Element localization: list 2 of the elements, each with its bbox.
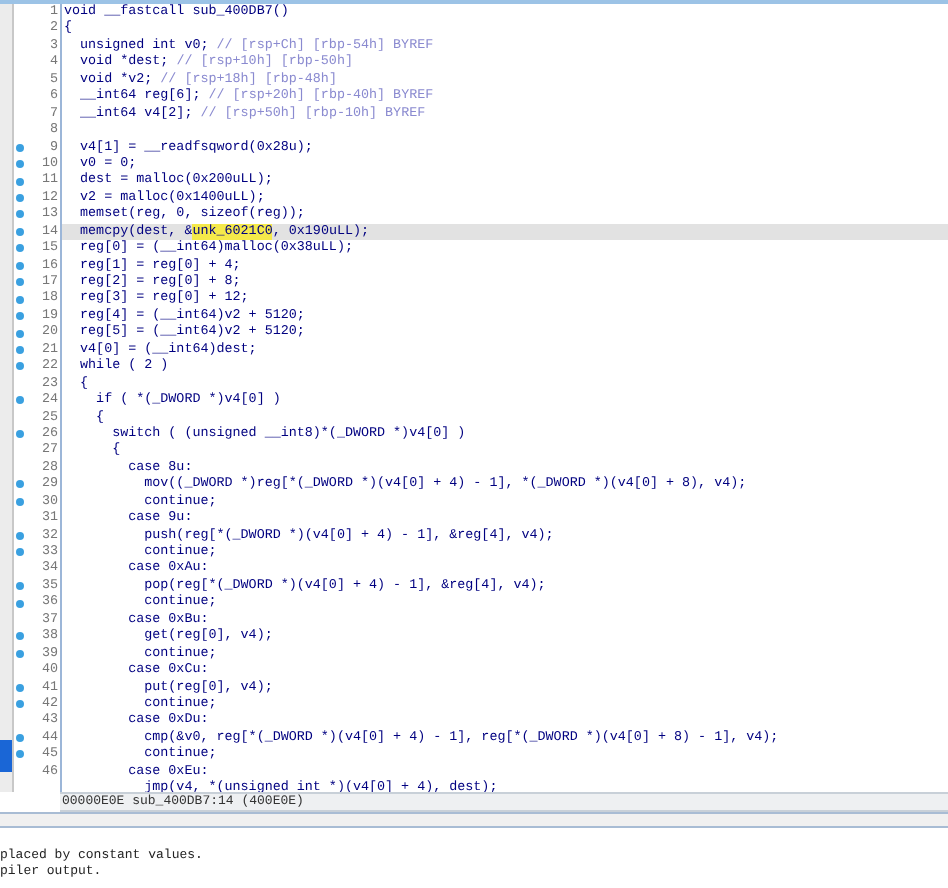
splitter-bar[interactable] xyxy=(0,812,948,828)
selection-marker xyxy=(0,740,12,772)
